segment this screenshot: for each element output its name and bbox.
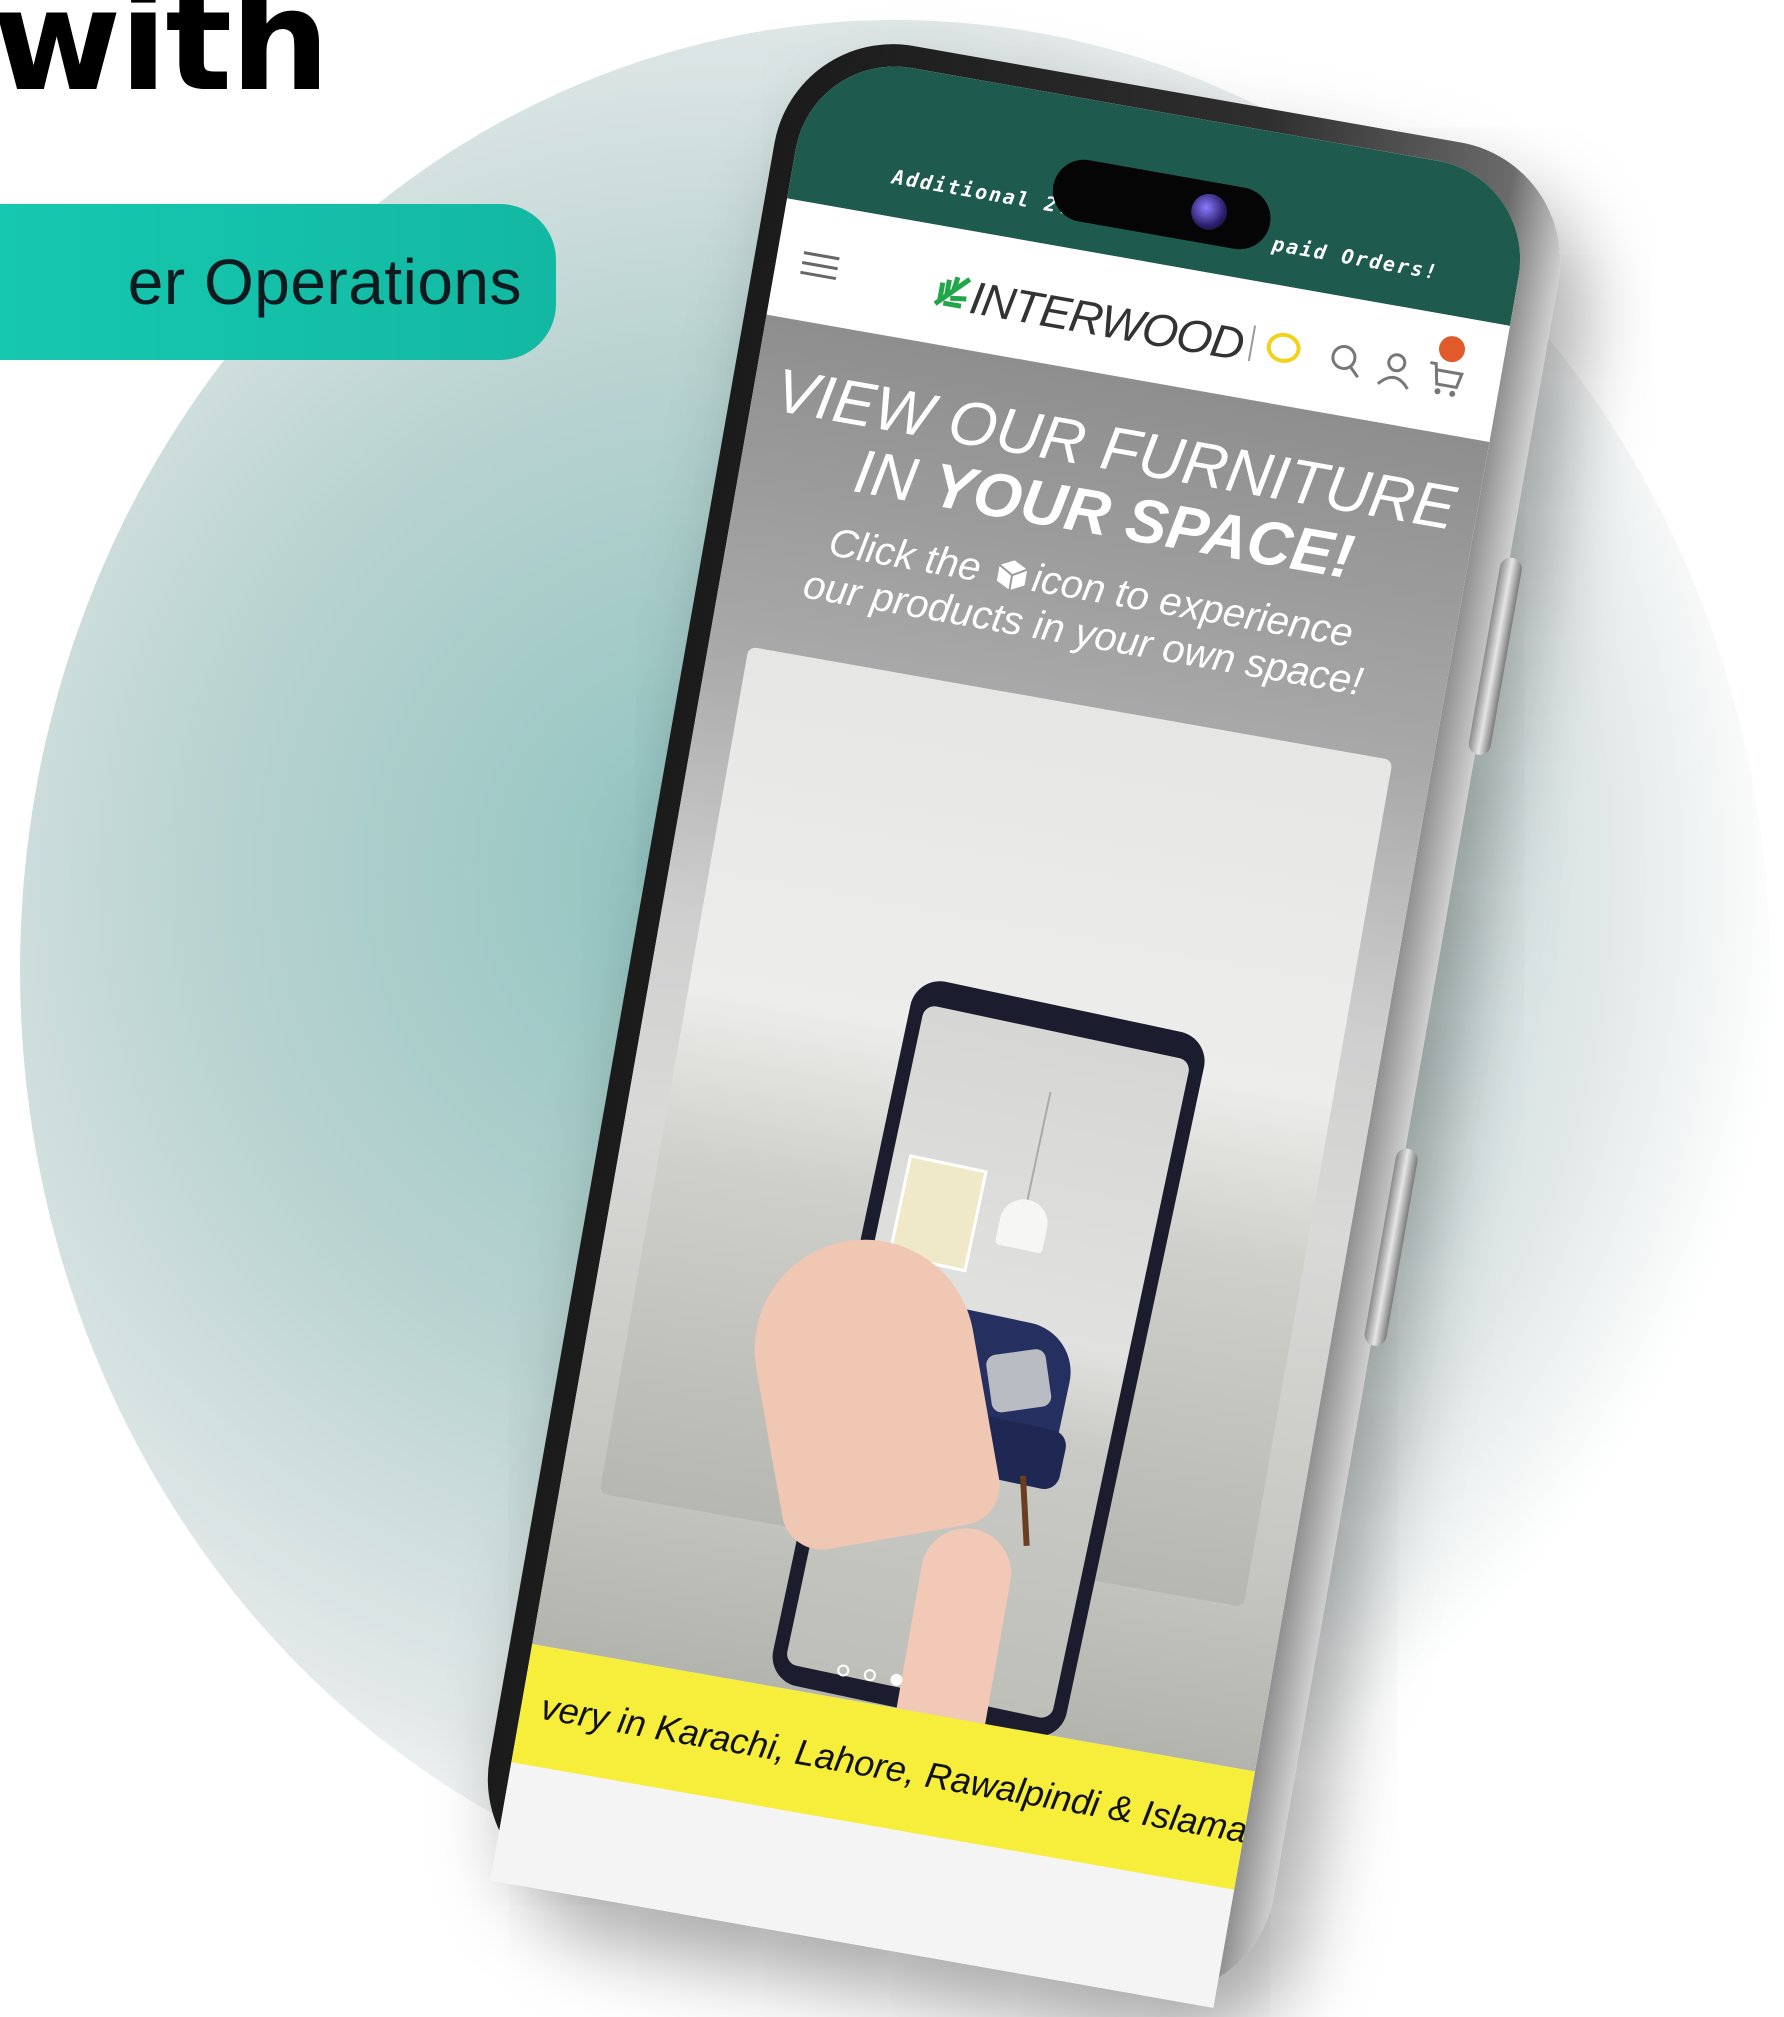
room-photo (599, 646, 1393, 1793)
ar-cube-icon (996, 560, 1028, 591)
lamp-cord (1024, 1091, 1052, 1210)
leaf-logo-icon (933, 276, 972, 309)
search-icon[interactable] (1324, 339, 1368, 383)
hero-title-line2-prefix: IN (849, 436, 940, 519)
pendant-lamp (994, 1194, 1053, 1254)
operations-pill-label: er Operations (127, 246, 522, 318)
carousel-dot[interactable] (863, 1668, 877, 1683)
page-headline: with (0, 0, 330, 123)
armchair-pillow (984, 1347, 1053, 1414)
cart-icon[interactable] (1423, 356, 1467, 400)
menu-icon[interactable] (799, 244, 841, 287)
account-icon[interactable] (1374, 348, 1418, 392)
armchair-leg (1019, 1475, 1030, 1546)
announcement-right-text: paid Orders! (1270, 231, 1441, 285)
anniversary-badge-icon (1247, 325, 1316, 372)
operations-pill-button[interactable]: er Operations (0, 204, 556, 360)
brand-logo-text[interactable]: INTERWOOD (966, 270, 1248, 371)
carousel-dot-active[interactable] (889, 1672, 904, 1687)
carousel-dot[interactable] (836, 1663, 851, 1678)
